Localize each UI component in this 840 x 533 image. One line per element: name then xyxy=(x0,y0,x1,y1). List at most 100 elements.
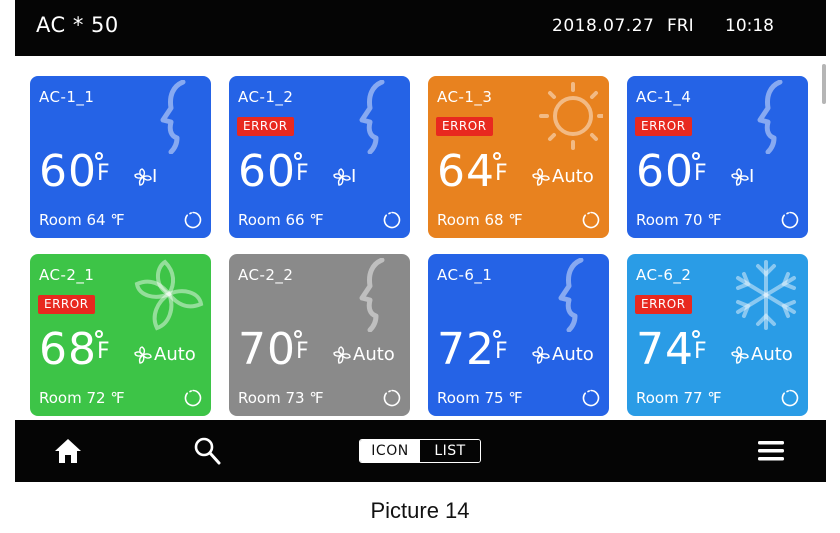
fan-speed-label: I xyxy=(152,166,158,187)
set-temperature: 68 xyxy=(39,324,97,375)
fan-speed-label: Auto xyxy=(552,166,594,187)
icon-view-button[interactable]: ICON xyxy=(360,440,420,462)
day-label: FRI xyxy=(667,16,694,36)
room-temperature-unit: ℉ xyxy=(110,389,125,407)
room-temperature-unit: ℉ xyxy=(707,389,722,407)
fan-speed-label: I xyxy=(351,166,357,187)
ac-name: AC-2_2 xyxy=(238,266,294,284)
error-badge: ERROR xyxy=(237,117,294,136)
power-ring-icon[interactable] xyxy=(184,389,202,407)
fan-speed-label: Auto xyxy=(353,344,395,365)
ac-name: AC-2_1 xyxy=(39,266,95,284)
fan-speed-icon xyxy=(333,346,351,364)
room-temperature: Room 77 ℉ xyxy=(636,389,722,407)
room-temperature: Room 75 ℉ xyxy=(437,389,523,407)
room-temperature-unit: ℉ xyxy=(309,211,324,229)
power-ring-icon[interactable] xyxy=(781,211,799,229)
room-temperature: Room 64 ℉ xyxy=(39,211,125,229)
ac-card[interactable]: AC-6_2 ERROR 74 F Auto Room 77 ℉ xyxy=(627,254,808,416)
ac-control-screen: AC * 50 2018.07.27 FRI 10:18 AC-1_1 60 F I R… xyxy=(15,0,826,485)
fan-speed-icon xyxy=(134,346,152,364)
top-bar: AC * 50 2018.07.27 FRI 10:18 xyxy=(15,0,826,56)
home-icon[interactable] xyxy=(53,437,83,465)
power-ring-icon[interactable] xyxy=(184,211,202,229)
temperature-unit: F xyxy=(495,339,508,364)
figure-caption: Picture 14 xyxy=(370,498,470,523)
fan-mode-icon xyxy=(134,259,204,331)
room-temperature: Room 73 ℉ xyxy=(238,389,324,407)
temperature-unit: F xyxy=(296,161,309,186)
set-temperature: 70 xyxy=(238,324,296,375)
face-mode-icon xyxy=(359,80,385,154)
set-temperature: 72 xyxy=(437,324,495,375)
set-temperature: 60 xyxy=(238,146,296,197)
ac-name: AC-1_4 xyxy=(636,88,692,106)
ac-name: AC-1_1 xyxy=(39,88,95,106)
ac-card[interactable]: AC-2_1 ERROR 68 F Auto Room 72 ℉ xyxy=(30,254,211,416)
view-toggle: ICON LIST xyxy=(359,439,481,463)
time-label: 10:18 xyxy=(725,16,774,36)
room-temperature: Room 68 ℉ xyxy=(437,211,523,229)
face-mode-icon xyxy=(160,80,186,154)
search-icon[interactable] xyxy=(193,436,221,466)
face-mode-icon xyxy=(757,80,783,154)
room-temperature-unit: ℉ xyxy=(110,211,125,229)
fan-speed-icon xyxy=(532,168,550,186)
room-temperature-unit: ℉ xyxy=(508,211,523,229)
ac-card[interactable]: AC-1_1 60 F I Room 64 ℉ xyxy=(30,76,211,238)
temperature-unit: F xyxy=(694,339,707,364)
ac-name: AC-6_2 xyxy=(636,266,692,284)
list-view-button[interactable]: LIST xyxy=(420,440,480,462)
ac-card[interactable]: AC-6_1 72 F Auto Room 75 ℉ xyxy=(428,254,609,416)
fan-speed-icon xyxy=(134,168,152,186)
set-temperature: 60 xyxy=(636,146,694,197)
ac-name: AC-6_1 xyxy=(437,266,493,284)
snowflake-mode-icon xyxy=(736,260,796,330)
page-title: AC * 50 xyxy=(36,13,119,37)
ac-name: AC-1_3 xyxy=(437,88,493,106)
set-temperature: 74 xyxy=(636,324,694,375)
fan-speed-icon xyxy=(333,168,351,186)
room-temperature-unit: ℉ xyxy=(309,389,324,407)
power-ring-icon[interactable] xyxy=(383,211,401,229)
fan-speed-icon xyxy=(532,346,550,364)
ac-card[interactable]: AC-2_2 70 F Auto Room 73 ℉ xyxy=(229,254,410,416)
error-badge: ERROR xyxy=(635,295,692,314)
set-temperature: 60 xyxy=(39,146,97,197)
menu-icon[interactable] xyxy=(758,441,784,461)
fan-speed-label: I xyxy=(749,166,755,187)
power-ring-icon[interactable] xyxy=(582,211,600,229)
power-ring-icon[interactable] xyxy=(383,389,401,407)
sun-mode-icon xyxy=(539,82,603,150)
room-temperature: Room 66 ℉ xyxy=(238,211,324,229)
ac-card[interactable]: AC-1_2 ERROR 60 F I Room 66 ℉ xyxy=(229,76,410,238)
room-temperature-unit: ℉ xyxy=(707,211,722,229)
scrollbar[interactable] xyxy=(822,64,826,104)
temperature-unit: F xyxy=(495,161,508,186)
date-label: 2018.07.27 xyxy=(552,16,655,36)
power-ring-icon[interactable] xyxy=(781,389,799,407)
temperature-unit: F xyxy=(97,161,110,186)
set-temperature: 64 xyxy=(437,146,495,197)
power-ring-icon[interactable] xyxy=(582,389,600,407)
room-temperature: Room 72 ℉ xyxy=(39,389,125,407)
ac-card[interactable]: AC-1_4 ERROR 60 F I Room 70 ℉ xyxy=(627,76,808,238)
error-badge: ERROR xyxy=(635,117,692,136)
face-mode-icon xyxy=(359,258,385,332)
room-temperature-unit: ℉ xyxy=(508,389,523,407)
fan-speed-label: Auto xyxy=(751,344,793,365)
error-badge: ERROR xyxy=(38,295,95,314)
temperature-unit: F xyxy=(296,339,309,364)
fan-speed-icon xyxy=(731,168,749,186)
fan-speed-label: Auto xyxy=(154,344,196,365)
error-badge: ERROR xyxy=(436,117,493,136)
face-mode-icon xyxy=(558,258,584,332)
ac-card-grid: AC-1_1 60 F I Room 64 ℉ AC-1_2 ERROR 60 F I Room 6… xyxy=(15,56,826,420)
ac-name: AC-1_2 xyxy=(238,88,294,106)
ac-card[interactable]: AC-1_3 ERROR 64 F Auto Room 68 ℉ xyxy=(428,76,609,238)
bottom-bar: ICON LIST xyxy=(15,420,826,482)
fan-speed-icon xyxy=(731,346,749,364)
fan-speed-label: Auto xyxy=(552,344,594,365)
temperature-unit: F xyxy=(694,161,707,186)
temperature-unit: F xyxy=(97,339,110,364)
